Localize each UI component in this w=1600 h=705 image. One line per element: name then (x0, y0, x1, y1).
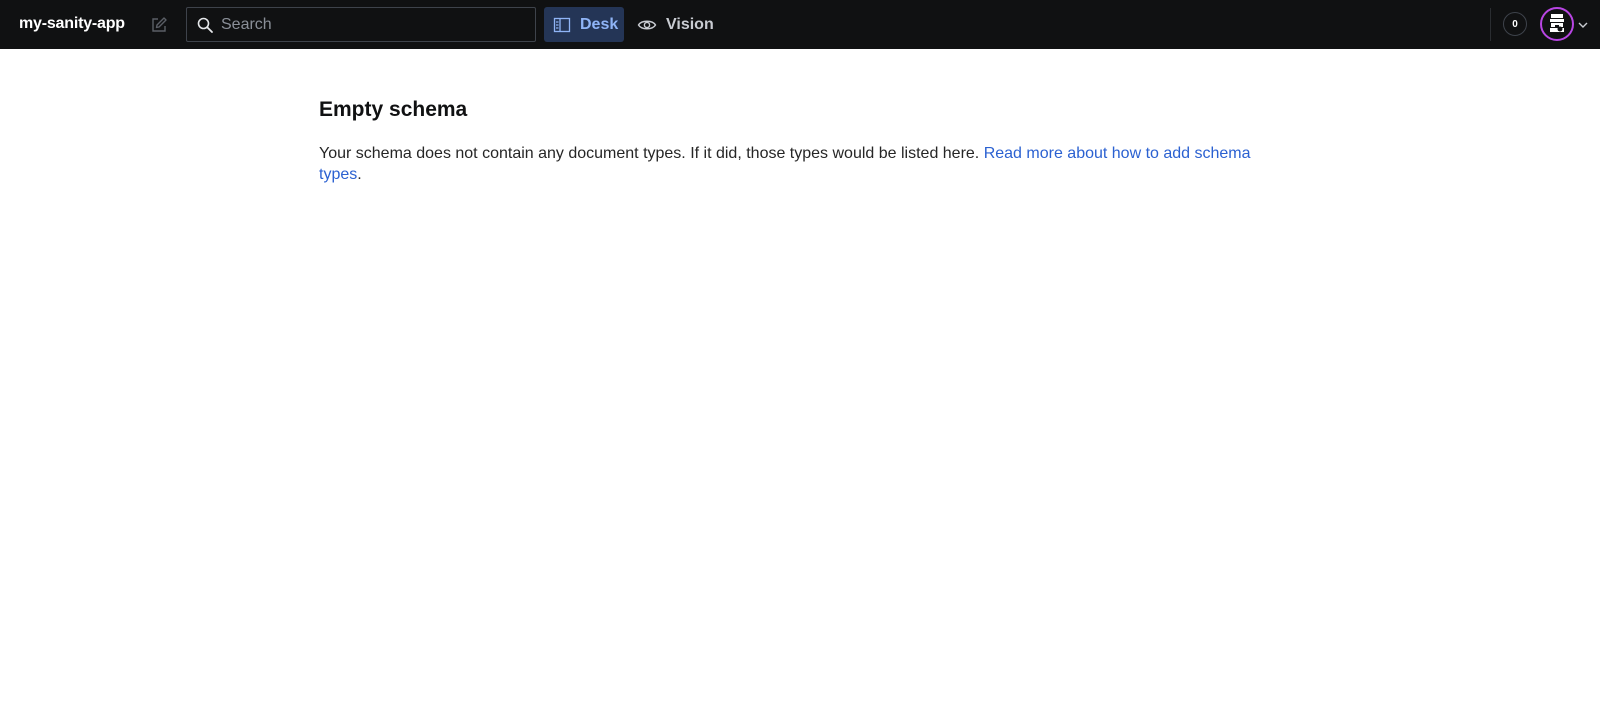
tool-desk[interactable]: Desk (544, 7, 624, 42)
page-title: Empty schema (319, 98, 468, 121)
search-box[interactable] (186, 7, 536, 42)
desk-icon (553, 15, 571, 35)
project-name[interactable]: my-sanity-app (19, 14, 125, 34)
notification-count[interactable]: 0 (1503, 12, 1527, 36)
user-avatar (1540, 7, 1574, 41)
user-menu-button[interactable] (1540, 7, 1592, 42)
schema-description: Your schema does not contain any documen… (319, 143, 1259, 185)
tool-vision[interactable]: Vision (628, 7, 724, 42)
eye-icon (637, 15, 657, 35)
search-icon (197, 17, 213, 33)
tool-vision-label: Vision (666, 15, 714, 33)
compose-button[interactable] (148, 14, 170, 36)
description-trailing: . (357, 166, 362, 183)
search-input[interactable] (221, 8, 521, 41)
tool-desk-label: Desk (580, 15, 619, 33)
chevron-down-icon (1578, 22, 1588, 28)
navbar-divider (1490, 8, 1491, 41)
description-text: Your schema does not contain any documen… (319, 145, 980, 162)
compose-icon (152, 17, 167, 32)
main-content: Empty schema Your schema does not contai… (319, 96, 1259, 185)
top-navbar: my-sanity-app Desk (0, 0, 1600, 49)
